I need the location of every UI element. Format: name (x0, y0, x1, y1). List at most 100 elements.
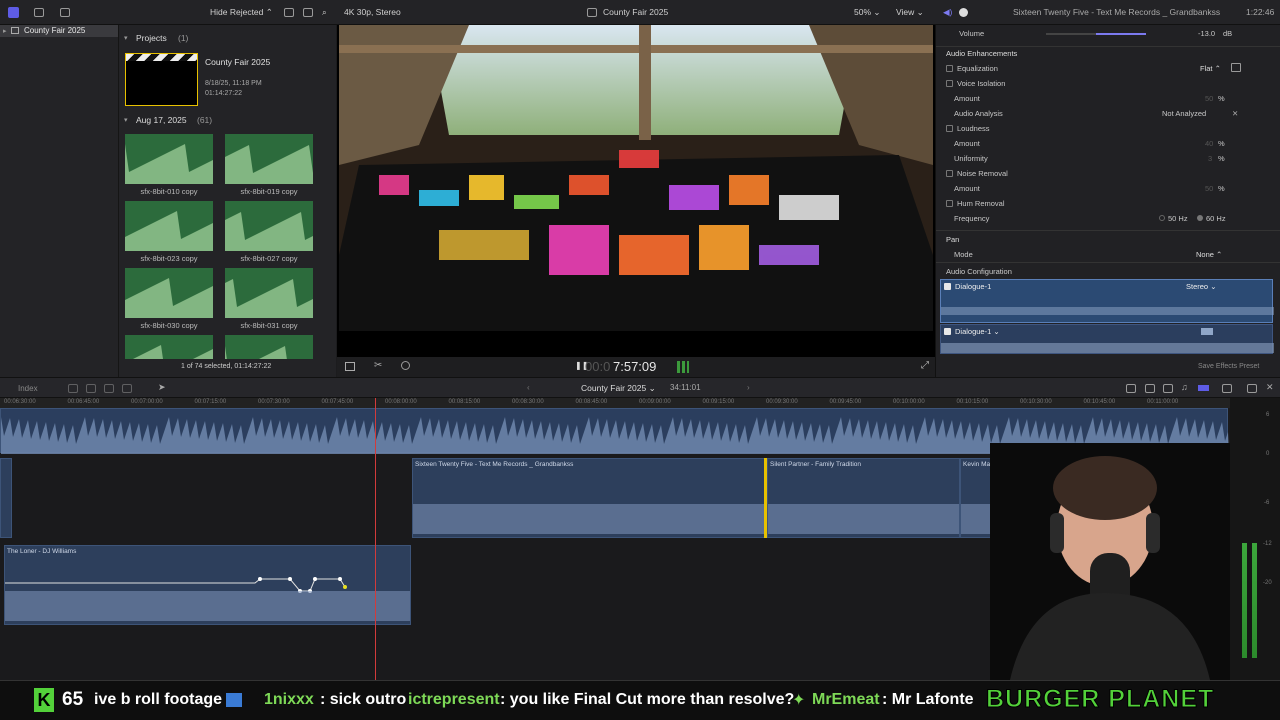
loudness-checkbox[interactable] (946, 125, 953, 132)
meter-label: -12 (1263, 541, 1272, 547)
effects-browser-icon[interactable] (1222, 384, 1232, 393)
dialogue2-checkbox[interactable] (944, 328, 951, 335)
voice-isolation-checkbox[interactable] (946, 80, 953, 87)
connect-clip-icon[interactable] (68, 384, 78, 393)
top-toolbar: Hide Rejected ⌃ ⌕ 4K 30p, Stereo County … (0, 0, 1280, 25)
audio-inspector-icon[interactable]: ◀) (943, 7, 952, 18)
selection-status: 1 of 74 selected, 01:14:27:22 (181, 363, 272, 370)
hum-removal-checkbox[interactable] (946, 200, 953, 207)
list-view-icon[interactable] (303, 8, 313, 17)
eq-graph-icon[interactable] (1231, 63, 1241, 72)
projects-disclosure-icon[interactable]: ▾ (124, 34, 128, 42)
disclosure-icon[interactable]: ▸ (3, 27, 7, 35)
uniformity-value[interactable]: 3 (1208, 154, 1212, 163)
transform-icon[interactable] (345, 362, 355, 371)
clip-thumbnail[interactable] (225, 134, 313, 184)
clip-thumbnail[interactable] (125, 335, 213, 359)
vi-amount-row: Amount 50 % (954, 94, 1225, 103)
photos-icon[interactable] (34, 8, 44, 17)
stream-chat-ticker: K 65 ive b roll footage 1nixxx : sick ou… (0, 680, 1280, 720)
audio-clip-stub[interactable] (0, 458, 12, 538)
freq-60-radio[interactable] (1197, 215, 1203, 221)
magic-wand-icon[interactable]: ✕ (1232, 109, 1238, 118)
equalization-menu[interactable]: Flat ⌃ (1200, 64, 1221, 73)
clip-thumbnail[interactable] (225, 201, 313, 251)
ruler-tick: 00:10:15:00 (956, 399, 989, 405)
project-menu[interactable]: County Fair 2025 ⌄ (581, 383, 656, 394)
select-tool-icon[interactable]: ➤ (158, 382, 166, 393)
hide-rejected-menu[interactable]: Hide Rejected ⌃ (210, 7, 273, 18)
trim-icon[interactable]: ✂ (374, 360, 382, 371)
noise-removal-checkbox[interactable] (946, 170, 953, 177)
zoom-in-icon[interactable] (1163, 384, 1173, 393)
clip-appearance-icon[interactable] (1126, 384, 1136, 393)
clip-thumbnail[interactable] (125, 268, 213, 318)
equalization-checkbox[interactable] (946, 65, 953, 72)
dialogue1-mode-menu[interactable]: Stereo ⌄ (1186, 282, 1216, 291)
library-icon[interactable] (8, 7, 19, 18)
filmstrip-view-icon[interactable] (284, 8, 294, 17)
append-clip-icon[interactable] (104, 384, 114, 393)
dialogue1-config[interactable]: Dialogue-1 Stereo ⌄ (940, 279, 1274, 323)
ruler-tick: 00:07:00:00 (131, 399, 163, 405)
volume-disclosure-icon[interactable] (946, 30, 953, 37)
clip-thumbnail[interactable] (225, 268, 313, 318)
dialogue1-checkbox[interactable] (944, 283, 951, 290)
vi-amount-value[interactable]: 50 (1205, 94, 1213, 103)
audio-clip-silent-partner[interactable]: Silent Partner - Family Tradition (767, 458, 960, 538)
timecode-prefix: 00:0 (585, 359, 611, 374)
ruler-tick: 00:10:30:00 (1020, 399, 1052, 405)
ruler-tick: 00:08:30:00 (512, 399, 544, 405)
fullscreen-icon[interactable]: ⤢ (921, 360, 929, 371)
save-effects-preset-button[interactable]: Save Effects Preset (1198, 363, 1259, 370)
transitions-icon[interactable] (1247, 384, 1257, 393)
speed-icon[interactable] (401, 361, 410, 370)
search-icon[interactable]: ⌕ (322, 7, 327, 18)
noise-amount-value[interactable]: 50 (1205, 184, 1213, 193)
freq-50-radio[interactable] (1159, 215, 1165, 221)
clip-title: Silent Partner - Family Tradition (770, 461, 862, 468)
overwrite-clip-icon[interactable] (122, 384, 132, 393)
snapping-icon[interactable] (1198, 385, 1209, 391)
project-name[interactable]: County Fair 2025 (205, 57, 270, 67)
freq-50-label: 50 Hz (1168, 214, 1188, 223)
pan-mode-menu[interactable]: None ⌃ (1196, 250, 1222, 259)
clip-thumbnail-label: sfx-8bit-030 copy (140, 321, 198, 330)
volume-value[interactable]: -13.0 (1198, 29, 1215, 38)
ruler-tick: 00:09:00:00 (639, 399, 671, 405)
view-menu[interactable]: View ⌄ (896, 7, 924, 18)
zoom-out-icon[interactable] (1145, 384, 1155, 393)
info-icon[interactable] (959, 8, 968, 17)
date-disclosure-icon[interactable]: ▾ (124, 116, 128, 124)
titles-icon[interactable] (60, 8, 70, 17)
headphones-icon[interactable]: ♫ (1181, 382, 1188, 392)
zoom-menu[interactable]: 50% ⌄ (854, 7, 881, 18)
insert-clip-icon[interactable] (86, 384, 96, 393)
sparkle-icon: ✦ (792, 692, 806, 709)
project-thumbnail[interactable] (125, 53, 198, 106)
clip-thumbnail[interactable] (225, 335, 313, 359)
audio-analysis-value: Not Analyzed (1162, 109, 1207, 118)
clip-thumbnail[interactable] (125, 201, 213, 251)
dialogue1-label: Dialogue-1 (955, 282, 992, 291)
project-duration-label: 34:11:01 (670, 383, 701, 392)
dialogue2-menu[interactable]: Dialogue-1 ⌄ (955, 327, 1000, 336)
index-button[interactable]: Index (18, 384, 38, 393)
projects-count: (1) (178, 33, 189, 43)
chat-message: : sick outro (320, 691, 407, 708)
audio-clip-sixteen-twenty-five[interactable]: Sixteen Twenty Five - Text Me Records _ … (412, 458, 766, 538)
dialogue2-config[interactable]: Dialogue-1 ⌄ (940, 324, 1274, 354)
viewer-count: 65 (62, 689, 84, 710)
back-arrow-icon[interactable]: ‹ (527, 383, 530, 392)
sidebar-item-county-fair[interactable]: ▸ County Fair 2025 (0, 25, 118, 37)
clip-title: Sixteen Twenty Five - Text Me Records _ … (415, 461, 574, 468)
emote-icon (226, 693, 242, 707)
playhead[interactable] (375, 398, 376, 680)
close-timeline-icon[interactable]: ✕ (1266, 382, 1274, 393)
forward-arrow-icon[interactable]: › (747, 383, 750, 392)
ruler-tick: 00:08:15:00 (448, 399, 481, 405)
loudness-amount-value[interactable]: 40 (1205, 139, 1213, 148)
chat-message: : Mr Lafonte (882, 691, 974, 708)
audio-clip-the-loner[interactable]: The Loner - DJ Williams (4, 545, 411, 625)
clip-thumbnail[interactable] (125, 134, 213, 184)
